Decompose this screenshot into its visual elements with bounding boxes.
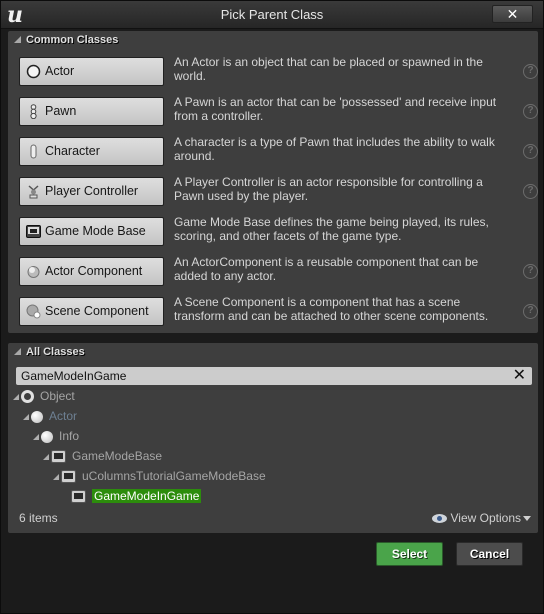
clear-search-icon[interactable]: ✕: [513, 367, 526, 385]
class-description: A Player Controller is an actor responsi…: [174, 175, 483, 203]
expand-triangle-icon[interactable]: [53, 473, 59, 480]
player-controller-icon: [28, 185, 39, 199]
class-row-actor-component: Actor Component An ActorComponent is a r…: [19, 255, 538, 291]
tree-item-ucolumnstutorialgamemodebase[interactable]: uColumnsTutorialGameModeBase: [53, 467, 266, 485]
object-icon: [21, 390, 34, 404]
class-description: A Pawn is an actor that can be 'possesse…: [174, 95, 497, 123]
character-icon: [30, 144, 37, 159]
all-classes-panel: All Classes GameModeInGame ✕ Object Acto…: [8, 343, 538, 533]
collapse-triangle-icon: [14, 35, 21, 43]
tree-item-object[interactable]: Object: [13, 387, 75, 405]
tree-item-gamemodebase[interactable]: GameModeBase: [43, 447, 162, 465]
game-mode-icon: [71, 490, 86, 504]
expand-triangle-icon[interactable]: [43, 453, 49, 460]
class-row-actor: Actor An Actor is an object that can be …: [19, 55, 538, 91]
dropdown-caret-icon: [523, 516, 531, 522]
common-classes-header[interactable]: Common Classes: [8, 31, 538, 49]
all-classes-header[interactable]: All Classes: [8, 343, 538, 361]
class-row-pawn: Pawn A Pawn is an actor that can be 'pos…: [19, 95, 538, 131]
tree-item-actor[interactable]: Actor: [23, 407, 77, 425]
class-description: A character is a type of Pawn that inclu…: [174, 135, 495, 163]
info-icon: [41, 430, 53, 443]
collapse-triangle-icon: [14, 347, 21, 355]
class-description: A Scene Component is a component that ha…: [174, 295, 489, 323]
game-mode-icon: [61, 470, 76, 484]
game-mode-icon: [26, 225, 41, 238]
actor-component-button[interactable]: Actor Component: [19, 257, 164, 286]
actor-icon: [31, 410, 43, 423]
class-row-character: Character A character is a type of Pawn …: [19, 135, 538, 171]
expand-triangle-icon[interactable]: [33, 433, 39, 440]
view-options-button[interactable]: View Options: [431, 511, 531, 525]
cancel-button[interactable]: Cancel: [456, 542, 523, 566]
window-title: Pick Parent Class: [220, 7, 324, 22]
game-mode-icon: [51, 450, 66, 464]
items-count: 6 items: [19, 511, 58, 525]
scene-component-icon: [26, 304, 41, 319]
class-row-player-controller: Player Controller A Player Controller is…: [19, 175, 538, 211]
help-icon[interactable]: ?: [523, 304, 538, 319]
class-description: Game Mode Base defines the game being pl…: [174, 215, 489, 243]
class-row-game-mode-base: Game Mode Base Game Mode Base defines th…: [19, 215, 531, 251]
actor-icon: [26, 64, 41, 79]
class-search-input[interactable]: GameModeInGame ✕: [16, 367, 532, 385]
common-classes-panel: Common Classes Actor An Actor is an obje…: [8, 31, 538, 333]
help-icon[interactable]: ?: [523, 264, 538, 279]
title-bar[interactable]: u Pick Parent Class ✕: [1, 1, 543, 29]
pawn-icon: [30, 104, 37, 119]
expand-triangle-icon[interactable]: [13, 393, 19, 400]
class-description: An ActorComponent is a reusable componen…: [174, 255, 479, 283]
class-description: An Actor is an object that can be placed…: [174, 55, 483, 83]
player-controller-button[interactable]: Player Controller: [19, 177, 164, 206]
character-button[interactable]: Character: [19, 137, 164, 166]
pick-parent-class-dialog: u Pick Parent Class ✕ Common Classes Act…: [0, 0, 544, 614]
actor-component-icon: [27, 266, 40, 278]
scene-component-button[interactable]: Scene Component: [19, 297, 164, 326]
help-icon[interactable]: ?: [523, 104, 538, 119]
tree-item-gamemodeingame[interactable]: GameModeInGame: [71, 487, 202, 505]
close-button[interactable]: ✕: [492, 5, 533, 23]
tree-item-info[interactable]: Info: [33, 427, 79, 445]
help-icon[interactable]: ?: [523, 144, 538, 159]
eye-icon: [431, 514, 447, 524]
class-row-scene-component: Scene Component A Scene Component is a c…: [19, 295, 538, 331]
selected-class: GameModeInGame: [92, 489, 202, 503]
select-button[interactable]: Select: [376, 542, 443, 566]
game-mode-base-button[interactable]: Game Mode Base: [19, 217, 164, 246]
actor-button[interactable]: Actor: [19, 57, 164, 86]
expand-triangle-icon[interactable]: [23, 413, 29, 420]
help-icon[interactable]: ?: [523, 184, 538, 199]
help-icon[interactable]: ?: [523, 64, 538, 79]
pawn-button[interactable]: Pawn: [19, 97, 164, 126]
